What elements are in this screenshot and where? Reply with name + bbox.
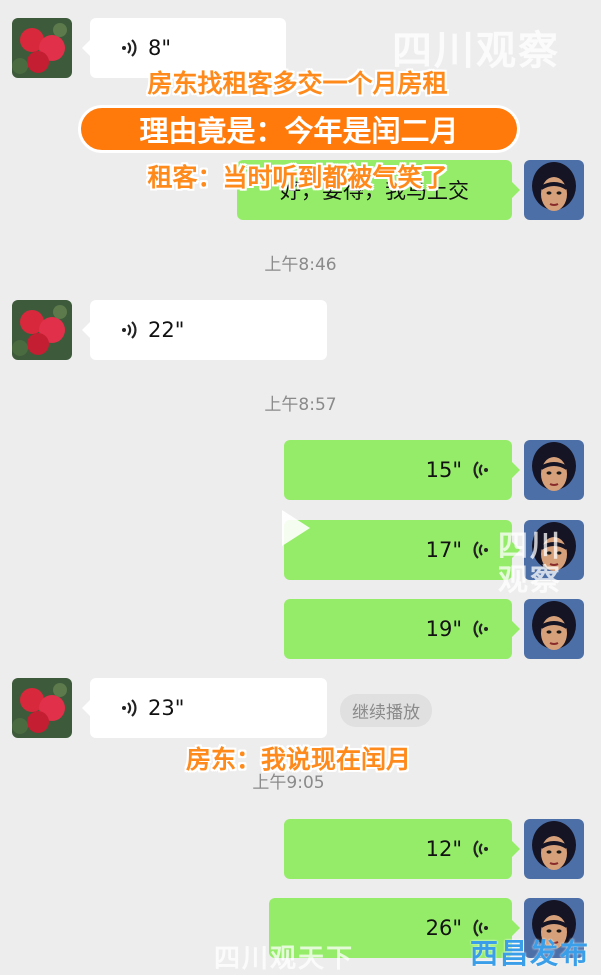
timestamp: 上午8:57: [264, 395, 337, 415]
voice-wave-icon: [473, 541, 488, 559]
voice-duration: 23": [148, 696, 185, 720]
watermark-bottom: 四川观天下: [214, 944, 355, 974]
voice-duration: 12": [425, 837, 462, 861]
caption-landlord-quote: 房东：我说现在闰月: [185, 745, 411, 774]
timestamp: 上午8:46: [264, 255, 337, 275]
voice-message-bubble[interactable]: 23": [82, 678, 327, 738]
voice-message-bubble[interactable]: 15": [284, 440, 520, 500]
watermark-middle: 四川观察: [498, 529, 562, 598]
voice-wave-icon: [122, 39, 137, 57]
caption-tenant-quote: 租客：当时听到都被气笑了: [147, 163, 448, 192]
continue-playing-button[interactable]: 继续播放: [340, 694, 432, 727]
voice-duration: 22": [148, 318, 185, 342]
voice-duration: 26": [425, 916, 462, 940]
avatar-tenant[interactable]: [524, 819, 584, 879]
avatar-tenant[interactable]: [524, 440, 584, 500]
voice-message-bubble[interactable]: 17": [284, 520, 520, 580]
voice-message-bubble[interactable]: 22": [82, 300, 327, 360]
caption-highlight-text: 理由竟是：今年是闰二月: [139, 114, 459, 148]
voice-message-bubble[interactable]: 19": [284, 599, 520, 659]
voice-wave-icon: [122, 699, 137, 717]
voice-wave-icon: [122, 321, 137, 339]
voice-duration: 19": [425, 617, 462, 641]
avatar-landlord[interactable]: [12, 678, 72, 738]
voice-duration: 8": [148, 36, 172, 60]
voice-duration: 15": [425, 458, 462, 482]
voice-duration: 17": [425, 538, 462, 562]
watermark-corner: 西昌发布: [470, 937, 591, 970]
caption-highlight: 理由竟是：今年是闰二月: [78, 105, 520, 153]
play-icon[interactable]: [282, 510, 310, 546]
watermark-top: 四川观察: [392, 28, 560, 74]
avatar-tenant[interactable]: [524, 599, 584, 659]
voice-message-bubble[interactable]: 12": [284, 819, 520, 879]
avatar-landlord[interactable]: [12, 300, 72, 360]
voice-wave-icon: [473, 461, 488, 479]
voice-wave-icon: [473, 840, 488, 858]
voice-wave-icon: [473, 620, 488, 638]
